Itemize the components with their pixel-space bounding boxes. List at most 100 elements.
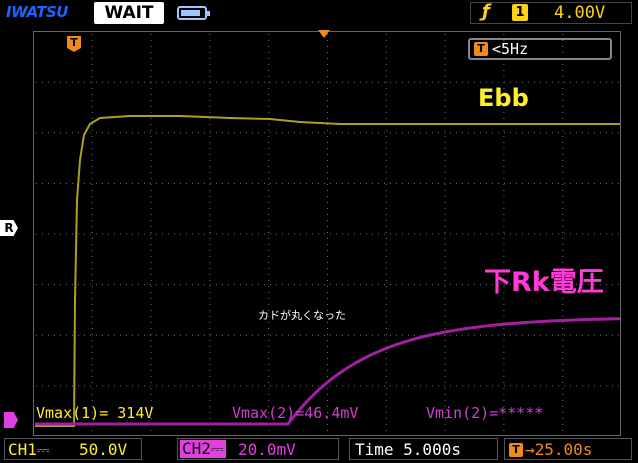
grid-dot xyxy=(348,182,349,184)
grid-dot xyxy=(268,220,270,221)
grid-dot xyxy=(327,376,328,377)
grid-dot xyxy=(42,132,43,134)
grid-dot xyxy=(562,148,564,149)
grid-dot xyxy=(503,202,505,203)
grid-dot xyxy=(552,233,553,235)
grid-dot xyxy=(252,233,253,235)
grid-dot xyxy=(402,132,403,134)
grid-dot xyxy=(327,256,328,257)
grid-dot xyxy=(372,233,373,235)
grid-dot xyxy=(90,385,91,387)
grid-dot xyxy=(366,385,367,387)
grid-dot xyxy=(474,81,475,83)
grid-dot xyxy=(385,358,387,359)
grid-dot xyxy=(562,34,564,35)
grid-dot xyxy=(318,284,319,286)
grid-dot xyxy=(276,385,277,387)
grid-dot xyxy=(138,334,139,336)
grid-dot xyxy=(327,136,328,137)
grid-dot xyxy=(378,385,379,387)
grid-dot xyxy=(192,284,193,286)
grid-dot xyxy=(562,106,564,107)
grid-dot xyxy=(268,40,270,41)
grid-dot xyxy=(570,385,571,387)
grid-dot xyxy=(168,182,169,184)
grid-dot xyxy=(503,424,505,425)
grid-dot xyxy=(385,406,387,407)
grid-dot xyxy=(209,304,211,305)
ch1-scale-box[interactable]: CH1⎓ 50.0V xyxy=(4,438,142,460)
grid-dot xyxy=(91,124,93,125)
grid-dot xyxy=(360,233,361,235)
grid-dot xyxy=(480,233,481,235)
grid-dot xyxy=(444,142,446,143)
grid-dot xyxy=(204,284,205,286)
trigger-position-box[interactable]: T →25.00s xyxy=(504,438,632,460)
grid-dot xyxy=(306,385,307,387)
grid-dot xyxy=(126,385,127,387)
grid-dot xyxy=(327,148,328,149)
grid-dot xyxy=(318,81,319,83)
grid-dot xyxy=(492,334,493,336)
grid-dot xyxy=(209,172,211,173)
grid-dot xyxy=(48,284,49,286)
grid-dot xyxy=(503,346,505,347)
grid-dot xyxy=(222,132,223,134)
grid-dot xyxy=(282,284,283,286)
grid-dot xyxy=(91,262,93,263)
grid-dot xyxy=(562,256,564,257)
grid-dot xyxy=(450,284,451,286)
grid-dot xyxy=(540,334,541,336)
grid-dot xyxy=(96,182,97,184)
grid-dot xyxy=(438,81,439,83)
ch2-scale-box[interactable]: CH2⎓ 20.0mV xyxy=(177,438,339,460)
grid-dot xyxy=(562,382,564,383)
grid-dot xyxy=(582,132,583,134)
grid-dot xyxy=(168,334,169,336)
grid-dot xyxy=(402,334,403,336)
grid-dot xyxy=(426,182,427,184)
grid-dot xyxy=(562,142,564,143)
grid-dot xyxy=(503,400,505,401)
grid-dot xyxy=(385,244,387,245)
grid-dot xyxy=(276,334,277,336)
trigger-position-marker[interactable] xyxy=(318,30,330,38)
grid-dot xyxy=(72,81,73,83)
grid-dot xyxy=(558,81,559,83)
grid-dot xyxy=(150,262,152,263)
timebase-box[interactable]: Time 5.000s xyxy=(349,438,498,460)
grid-dot xyxy=(327,112,328,113)
grid-dot xyxy=(498,81,499,83)
grid-dot xyxy=(126,81,127,83)
grid-dot xyxy=(72,132,73,134)
grid-dot xyxy=(268,214,270,215)
grid-dot xyxy=(385,40,387,41)
grid-dot xyxy=(503,304,505,305)
grid-dot xyxy=(91,394,93,395)
grid-dot xyxy=(72,385,73,387)
grid-dot xyxy=(588,334,589,336)
grid-dot xyxy=(385,292,387,293)
grid-dot xyxy=(503,112,505,113)
grid-dot xyxy=(570,132,571,134)
grid-dot xyxy=(306,81,307,83)
grid-dot xyxy=(327,160,328,161)
grid-dot xyxy=(268,376,270,377)
grid-dot xyxy=(150,136,152,137)
grid-dot xyxy=(385,76,387,77)
grid-dot xyxy=(306,334,307,336)
grid-dot xyxy=(562,232,564,233)
grid-dot xyxy=(444,244,446,245)
grid-dot xyxy=(91,190,93,191)
grid-dot xyxy=(91,376,93,377)
grid-dot xyxy=(503,76,505,77)
grid-dot xyxy=(570,334,571,336)
grid-dot xyxy=(312,334,313,336)
grid-dot xyxy=(282,334,283,336)
grid-dot xyxy=(366,334,367,336)
grid-dot xyxy=(186,182,187,184)
grid-dot xyxy=(444,58,446,59)
grid-dot xyxy=(396,334,397,336)
grid-dot xyxy=(268,130,270,131)
grid-dot xyxy=(444,100,446,101)
